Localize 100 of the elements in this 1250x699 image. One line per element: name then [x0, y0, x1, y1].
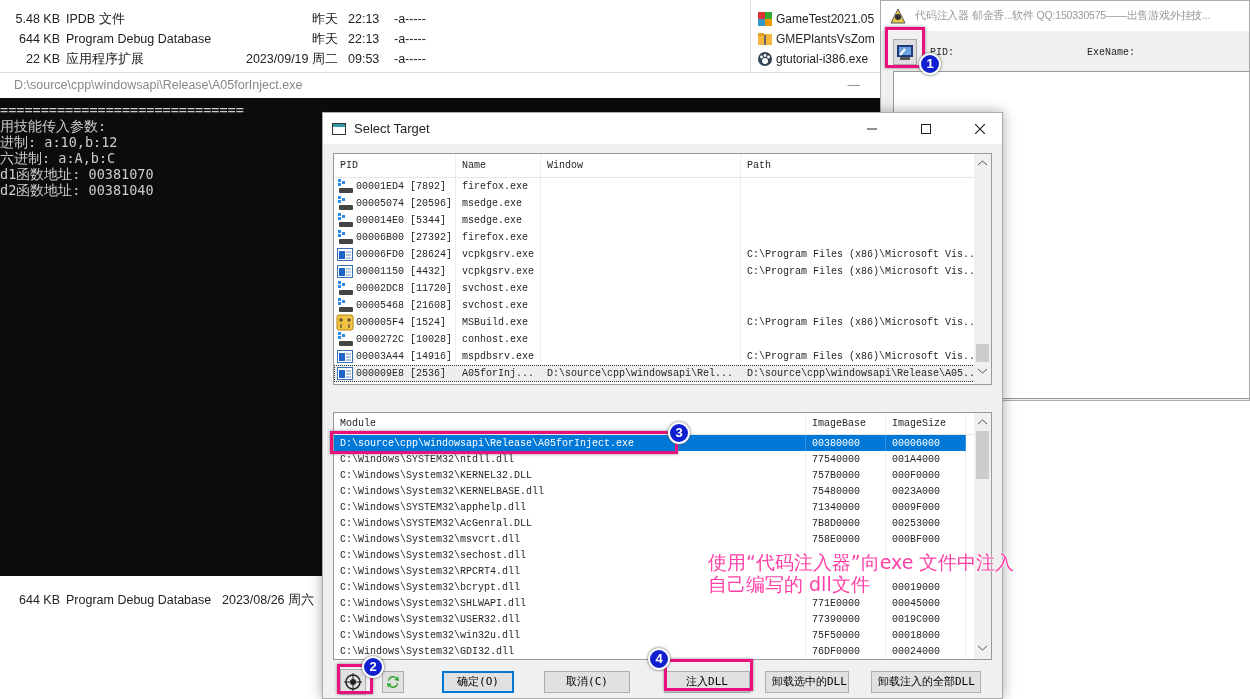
- table-cell[interactable]: D:\source\cpp\windowsapi\Release\A05forInject.exe: [340, 435, 635, 451]
- table-cell-text: 001A4000: [892, 452, 940, 467]
- caption-overlay: 自己编写的 dll文件: [708, 573, 870, 595]
- file-name[interactable]: gtutorial-i386.exe: [776, 50, 869, 68]
- table-cell-text: conhost.exe: [462, 333, 528, 347]
- file-type: Program Debug Database: [66, 30, 213, 48]
- table-cell[interactable]: C:\Windows\SYSTEM32\apphelp.dll: [340, 499, 527, 515]
- column-header[interactable]: Name: [456, 154, 541, 177]
- console-line: 进制: a:10,b:12: [0, 134, 118, 150]
- process-row[interactable]: 000005F4 [1524] MSBuild.exe C:\Program Files (x86)\Microsoft Vis..: [334, 314, 975, 331]
- file-date: 昨天: [311, 30, 339, 48]
- table-cell-text: mspdbsrv.exe: [462, 350, 534, 364]
- process-icon: [336, 195, 354, 212]
- table-cell[interactable]: C:\Windows\System32\KERNEL32.DLL: [340, 467, 533, 483]
- table-cell-text: C:\Program Files (x86)\Microsoft Vis..: [747, 265, 974, 279]
- table-cell[interactable]: C:\Windows\System32\SHLWAPI.dll: [340, 595, 527, 611]
- table-cell-text: 71340000: [812, 500, 860, 515]
- dialog-button[interactable]: 卸载选中的DLL: [765, 671, 849, 693]
- column-header[interactable]: Window: [541, 154, 741, 177]
- process-icon: [336, 178, 354, 195]
- build-icon: [336, 314, 354, 331]
- process-icon: [336, 297, 354, 314]
- scrollbar[interactable]: [974, 154, 991, 384]
- file-date: 2023/09/19 周二: [244, 50, 339, 68]
- table-cell[interactable]: C:\Windows\System32\bcrypt.dll: [340, 579, 521, 595]
- table-cell-text: C:\Program Files (x86)\Microsoft Vis..: [747, 316, 974, 330]
- dialog-button[interactable]: 确定(O): [442, 671, 514, 693]
- table-cell[interactable]: C:\Windows\SYSTEM32\ntdll.dll: [340, 451, 515, 467]
- folder-icon: [757, 31, 773, 47]
- file-date: 昨天: [311, 10, 339, 28]
- table-cell[interactable]: C:\Windows\System32\USER32.dll: [340, 611, 521, 627]
- console-line: 用技能传入参数:: [0, 118, 107, 134]
- table-cell[interactable]: C:\Windows\System32\msvcrt.dll: [340, 531, 521, 547]
- table-cell-text: 00024000: [892, 644, 940, 659]
- close-icon: [975, 123, 985, 134]
- table-cell-text: A05forInj...: [462, 367, 534, 381]
- table-cell-text: msedge.exe: [462, 197, 522, 211]
- table-cell[interactable]: C:\Windows\System32\RPCRT4.dll: [340, 563, 521, 579]
- table-cell-text: firefox.exe: [462, 231, 528, 245]
- file-name[interactable]: GameTest2021.05: [776, 10, 875, 28]
- table-cell[interactable]: C:\Windows\System32\win32u.dll: [340, 627, 521, 643]
- select-process-button[interactable]: [893, 39, 917, 65]
- process-id: 00001150 [4432]: [356, 265, 446, 279]
- window-icon: [332, 122, 346, 135]
- window-icon: [336, 263, 354, 280]
- file-size: 644 KB: [18, 30, 61, 48]
- table-cell-text: 7B8D0000: [812, 516, 860, 531]
- crosshair-icon: [344, 673, 362, 691]
- file-time: 22:13: [348, 30, 381, 48]
- table-cell-text: 75F50000: [812, 628, 860, 643]
- console-line: 六进制: a:A,b:C: [0, 150, 116, 166]
- table-cell[interactable]: C:\Windows\System32\GDI32.dll: [340, 643, 515, 659]
- file-size: 22 KB: [24, 50, 61, 68]
- process-icon: [336, 331, 354, 348]
- table-cell-text: vcpkgsrv.exe: [462, 265, 534, 279]
- process-id: 000005F4 [1524]: [356, 316, 446, 330]
- scroll-thumb[interactable]: [976, 344, 989, 362]
- window-title: D:\source\cpp\windowsapi\Release\A05forInject.exe: [14, 77, 304, 95]
- minimize-button[interactable]: —: [847, 76, 860, 95]
- table-cell-text: svchost.exe: [462, 299, 528, 313]
- window-icon: [336, 365, 354, 382]
- table-cell[interactable]: C:\Windows\SYSTEM32\AcGenral.DLL: [340, 515, 533, 531]
- table-cell-text: MSBuild.exe: [462, 316, 528, 330]
- refresh-icon: [385, 674, 401, 690]
- file-attributes: -a-----: [394, 10, 426, 28]
- file-date: 2023/08/26 周六: [222, 591, 315, 609]
- process-id: 00005074 [20596]: [356, 197, 452, 211]
- table-cell-text: 000F0000: [892, 468, 940, 483]
- table-cell-text: 75480000: [812, 484, 860, 499]
- field-label: ExeName:: [1087, 45, 1135, 60]
- process-id: 00003A44 [14916]: [356, 350, 452, 364]
- scroll-thumb[interactable]: [976, 431, 989, 479]
- file-time: 09:53: [348, 50, 381, 68]
- column-header[interactable]: ImageBase: [806, 413, 886, 434]
- table-cell-text: 77540000: [812, 452, 860, 467]
- table-cell-text: 76DF0000: [812, 644, 860, 659]
- process-id: 000009E8 [2536]: [356, 367, 446, 381]
- table-cell-text: 771E0000: [812, 596, 860, 611]
- refresh-button[interactable]: [382, 671, 404, 693]
- process-icon: [336, 212, 354, 229]
- window-title: Select Target: [354, 119, 431, 138]
- process-id: 00006B00 [27392]: [356, 231, 452, 245]
- dialog-button[interactable]: 卸载注入的全部DLL: [871, 671, 981, 693]
- table-cell[interactable]: C:\Windows\System32\sechost.dll: [340, 547, 527, 563]
- file-name[interactable]: GMEPlantsVsZom: [776, 30, 875, 48]
- table-cell-text: 00380000: [812, 436, 860, 451]
- column-header[interactable]: PID: [334, 154, 456, 177]
- table-cell-text: C:\Program Files (x86)\Microsoft Vis..: [747, 248, 974, 262]
- table-cell-text: 0023A000: [892, 484, 940, 499]
- process-id: 00002DC8 [11720]: [356, 282, 452, 296]
- column-header[interactable]: ImageSize: [886, 413, 966, 434]
- maximize-icon: [921, 123, 931, 134]
- table-cell-text: 758E0000: [812, 532, 860, 547]
- table-cell-text: 000BF000: [892, 532, 940, 547]
- window-icon: [336, 246, 354, 263]
- table-cell[interactable]: C:\Windows\System32\KERNELBASE.dll: [340, 483, 545, 499]
- dialog-button[interactable]: 取消(C): [544, 671, 630, 693]
- process-row[interactable]: 000009E8 [2536] A05forInj... D:\source\cpp\windowsapi\Rel... D:\source\cpp\windowsapi\Release\A05..: [334, 365, 975, 382]
- process-id: 00001ED4 [7892]: [356, 180, 446, 194]
- caption-overlay: 使用“代码注入器”向exe 文件中注入: [708, 551, 1015, 573]
